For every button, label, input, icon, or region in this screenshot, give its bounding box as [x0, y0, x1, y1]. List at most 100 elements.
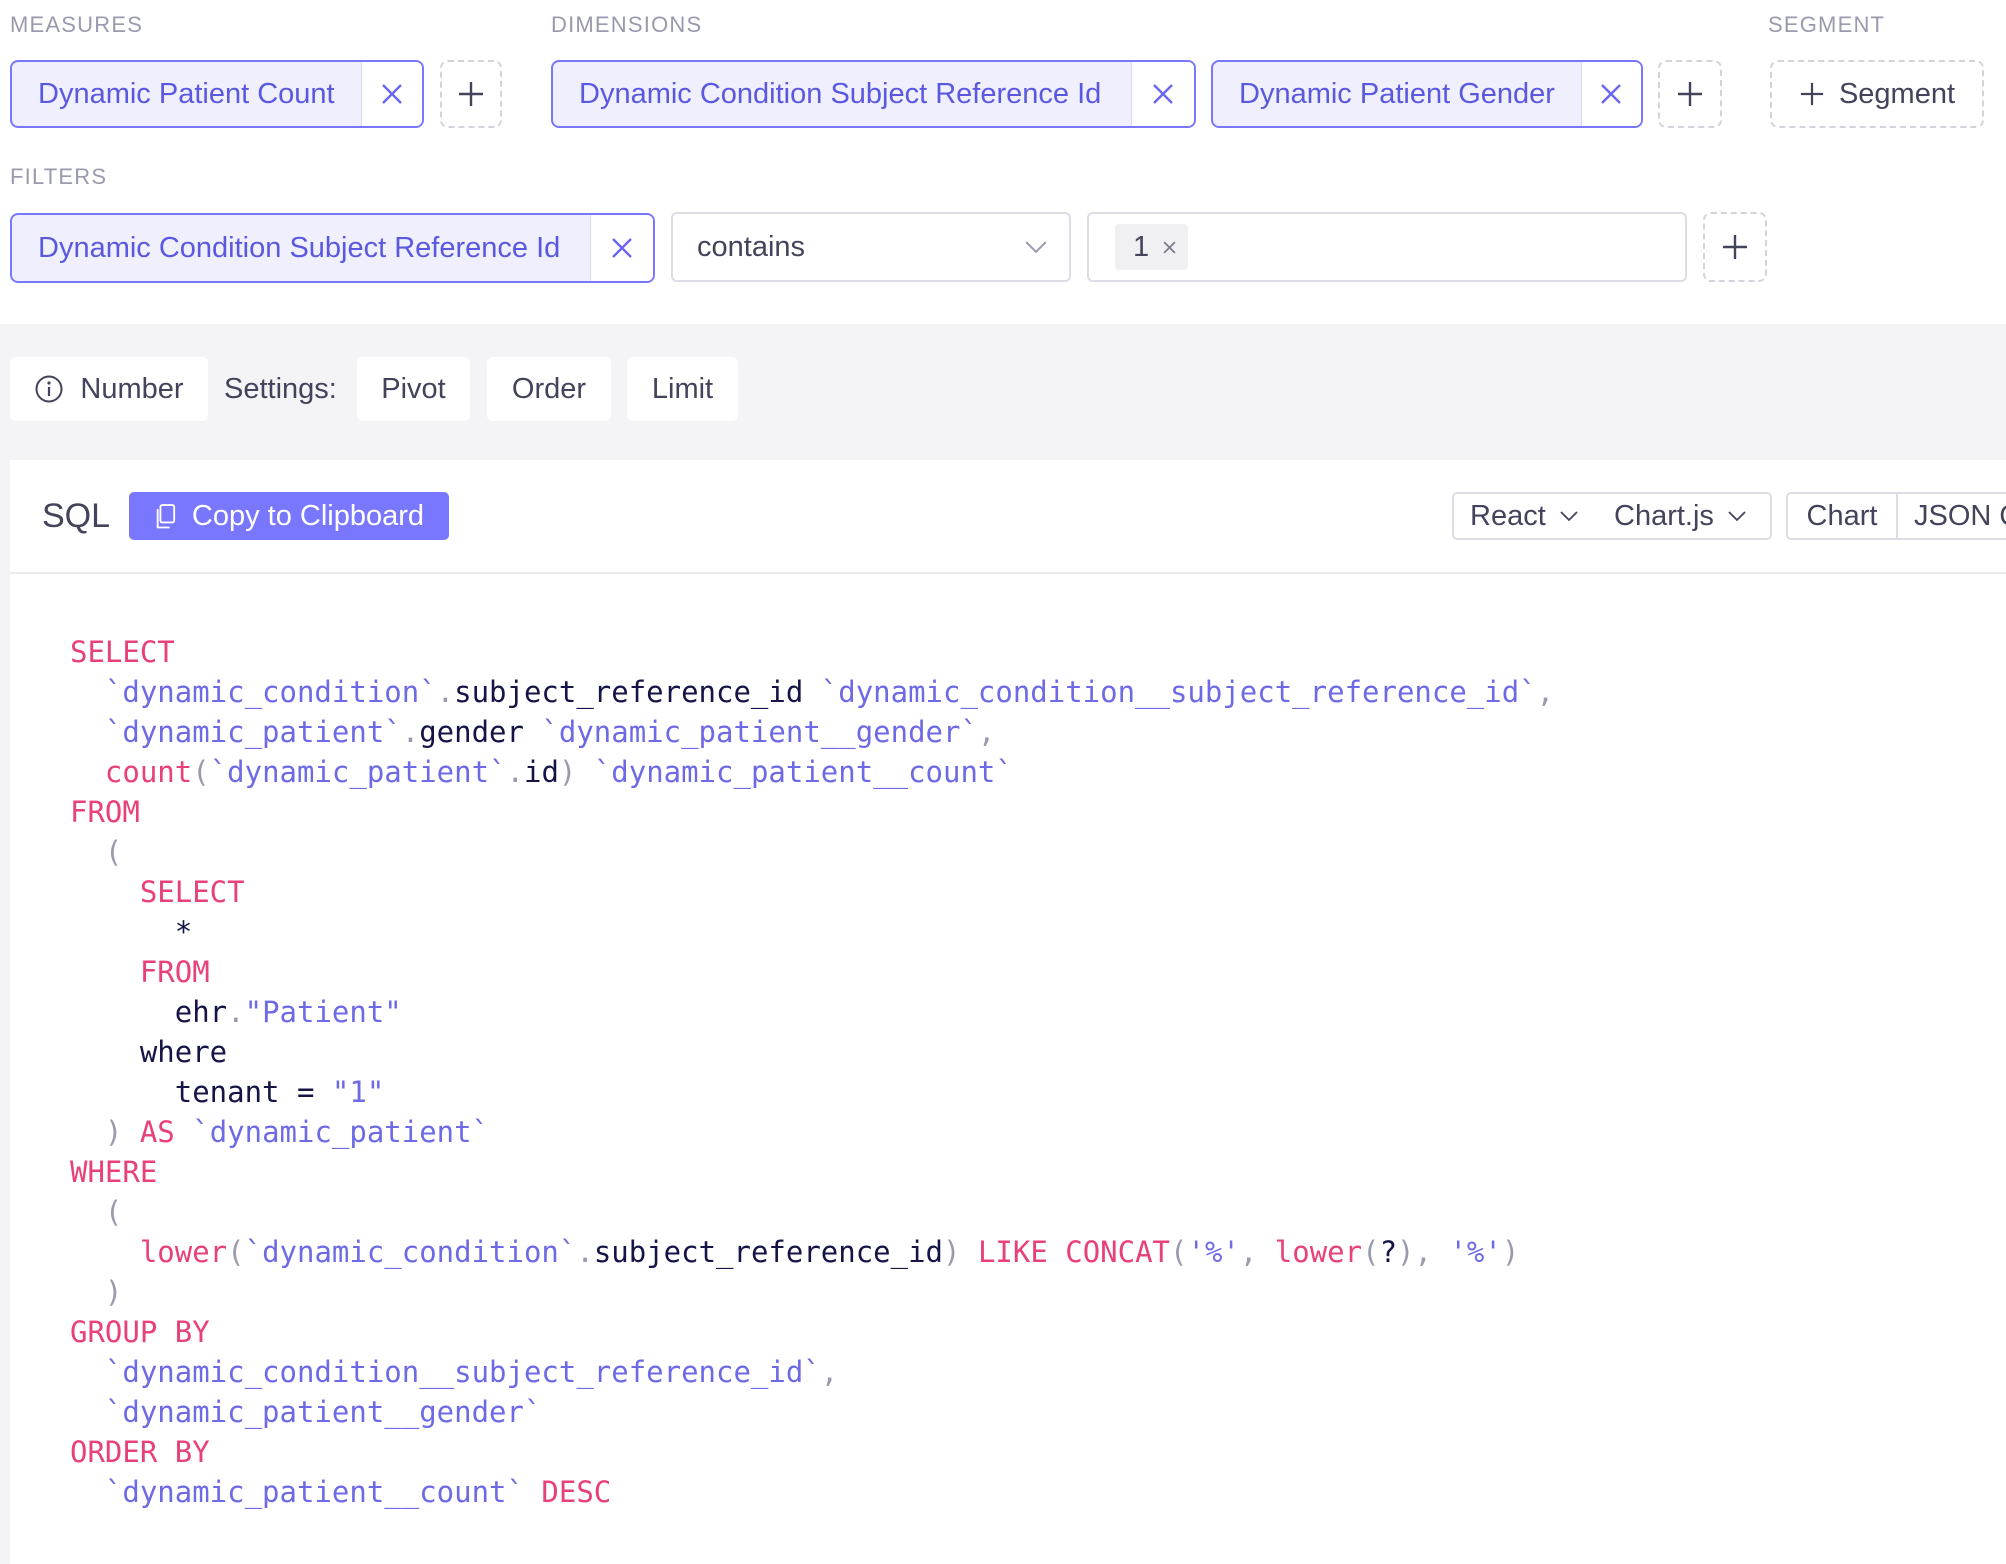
- filter-value-text: 1: [1133, 230, 1150, 263]
- plus-icon: [1678, 82, 1702, 106]
- sql-token: '%': [1187, 1235, 1240, 1269]
- remove-dimension-button[interactable]: [1131, 62, 1194, 126]
- measures-label: MEASURES: [10, 12, 144, 37]
- sql-token: ),: [1397, 1235, 1450, 1269]
- sql-token: "Patient": [244, 995, 402, 1029]
- filter-operator-select[interactable]: contains: [671, 212, 1071, 282]
- sql-token: (: [1170, 1235, 1188, 1269]
- chevron-down-icon: [1025, 240, 1047, 253]
- remove-value-icon[interactable]: [1163, 240, 1176, 254]
- sql-line: where: [70, 1032, 1554, 1072]
- sql-token: count: [104, 755, 193, 789]
- sql-token: (: [192, 755, 210, 789]
- plus-icon: [459, 82, 483, 106]
- plus-icon: [1723, 235, 1747, 259]
- sql-token: ehr: [70, 995, 228, 1029]
- sql-line: `dynamic_patient__gender`: [70, 1392, 1554, 1432]
- sql-token: LIKE CONCAT: [977, 1235, 1171, 1269]
- sql-line: ehr."Patient": [70, 992, 1554, 1032]
- add-measure-button[interactable]: [440, 60, 502, 128]
- copy-label: Copy to Clipboard: [191, 499, 425, 532]
- sql-line: SELECT: [70, 872, 1554, 912]
- sql-token: `dynamic_patient`: [104, 715, 402, 749]
- sql-token: where: [70, 1035, 228, 1069]
- framework-select[interactable]: React: [1452, 492, 1599, 540]
- copy-to-clipboard-button[interactable]: Copy to Clipboard: [129, 492, 449, 540]
- add-filter-button[interactable]: [1703, 212, 1767, 282]
- sql-token: ?: [1379, 1235, 1398, 1269]
- sql-line: lower(`dynamic_condition`.subject_refere…: [70, 1232, 1554, 1272]
- dimensions-label: DIMENSIONS: [551, 12, 703, 37]
- filter-member-label: Dynamic Condition Subject Reference Id: [38, 231, 561, 264]
- sql-token: ): [943, 1235, 978, 1269]
- library-value: Chart.js: [1614, 499, 1714, 532]
- remove-filter-button[interactable]: [590, 215, 653, 281]
- sql-token: `dynamic_patient__count`: [104, 1475, 524, 1509]
- sql-token: GROUP BY: [70, 1315, 210, 1349]
- sql-token: subject_reference_id: [593, 1235, 944, 1269]
- close-icon: [1601, 84, 1622, 104]
- limit-button[interactable]: Limit: [627, 357, 738, 421]
- sql-token: (: [104, 1195, 123, 1229]
- measure-pill-label: Dynamic Patient Count: [38, 77, 335, 110]
- close-icon: [381, 84, 402, 104]
- remove-dimension-button[interactable]: [1580, 62, 1641, 126]
- sql-token: '%': [1449, 1235, 1502, 1269]
- sql-line: GROUP BY: [70, 1312, 1554, 1352]
- panel-divider: [10, 572, 2006, 574]
- sql-token: .: [227, 995, 245, 1029]
- sql-token: ,: [1239, 1235, 1275, 1269]
- filter-values-input[interactable]: 1: [1087, 212, 1687, 282]
- sql-token: FROM: [70, 795, 140, 829]
- sql-token: ): [104, 1115, 140, 1149]
- dimension-pill-subject-reference[interactable]: Dynamic Condition Subject Reference Id: [551, 60, 1196, 128]
- sql-token: ORDER BY: [70, 1435, 210, 1469]
- sql-token: (: [104, 835, 123, 869]
- sql-line: (: [70, 832, 1554, 872]
- order-button[interactable]: Order: [487, 357, 611, 421]
- sql-token: "1": [331, 1075, 385, 1109]
- plus-icon: [1800, 82, 1824, 106]
- copy-icon: [156, 503, 176, 528]
- add-dimension-button[interactable]: [1658, 60, 1722, 128]
- dimension-pill-gender[interactable]: Dynamic Patient Gender: [1211, 60, 1643, 128]
- sql-token: DESC: [541, 1475, 612, 1509]
- sql-token: tenant =: [70, 1075, 332, 1109]
- remove-measure-button[interactable]: [360, 62, 422, 126]
- sql-line: FROM: [70, 792, 1554, 832]
- sql-line: WHERE: [70, 1152, 1554, 1192]
- sql-token: .: [506, 755, 524, 789]
- library-select[interactable]: Chart.js: [1597, 492, 1772, 540]
- sql-token: ): [1501, 1235, 1520, 1269]
- sql-token: `dynamic_patient`: [209, 755, 507, 789]
- sql-token: `dynamic_patient__count`: [593, 755, 1013, 789]
- sql-token: ,: [977, 715, 996, 749]
- sql-line: ) AS `dynamic_patient`: [70, 1112, 1554, 1152]
- pivot-button[interactable]: Pivot: [357, 357, 470, 421]
- sql-line: ): [70, 1272, 1554, 1312]
- filter-value-tag: 1: [1115, 224, 1189, 270]
- chevron-down-icon: [1728, 511, 1746, 522]
- chart-type-button[interactable]: Number: [10, 357, 208, 421]
- info-icon: [35, 375, 63, 403]
- sql-token: *: [70, 915, 193, 949]
- sql-token: gender: [419, 715, 542, 749]
- chevron-down-icon: [1560, 511, 1578, 522]
- sql-token: ): [104, 1275, 123, 1309]
- sql-line: tenant = "1": [70, 1072, 1554, 1112]
- filter-member-pill[interactable]: Dynamic Condition Subject Reference Id: [10, 213, 655, 283]
- tab-chart[interactable]: Chart: [1786, 492, 1898, 540]
- add-segment-button[interactable]: Segment: [1770, 60, 1984, 128]
- segment-label: SEGMENT: [1768, 12, 1886, 37]
- sql-panel-title: SQL: [42, 496, 111, 535]
- tab-json-query[interactable]: JSON Q: [1896, 492, 2006, 540]
- measure-pill[interactable]: Dynamic Patient Count: [10, 60, 424, 128]
- sql-line: *: [70, 912, 1554, 952]
- sql-token: (: [1362, 1235, 1380, 1269]
